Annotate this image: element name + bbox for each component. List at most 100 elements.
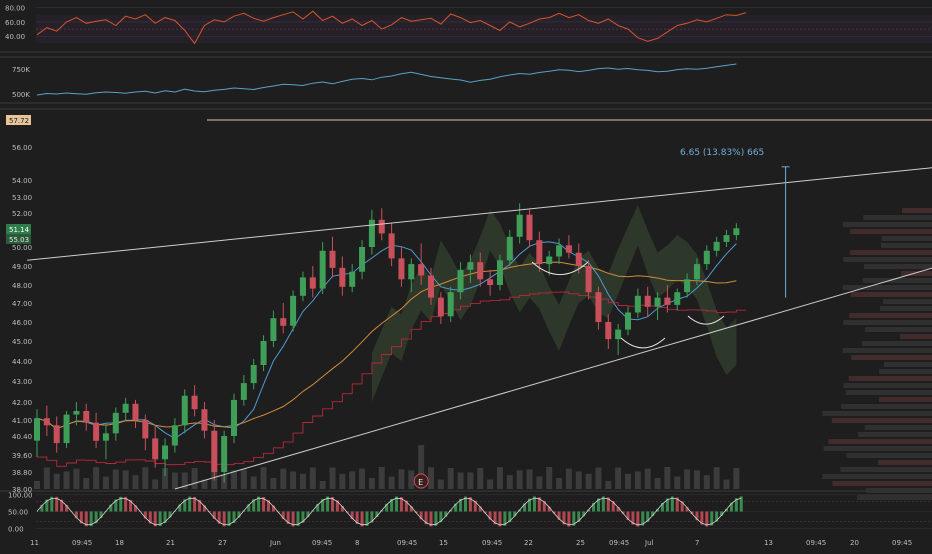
- candle-body: [724, 235, 730, 242]
- volume-bar: [428, 467, 434, 489]
- volume-profile-bar: [822, 411, 932, 416]
- volume-profile-bar: [864, 264, 932, 269]
- x-tick-label: 20: [850, 539, 859, 547]
- volume-profile-bar: [851, 355, 932, 360]
- earnings-marker[interactable]: E: [414, 474, 428, 488]
- candle-body: [261, 341, 267, 365]
- volume-profile-bar: [902, 208, 932, 213]
- volume-bar: [44, 468, 50, 489]
- candle-body: [684, 279, 690, 292]
- candle-body: [44, 418, 50, 425]
- stoch-tick-label: 50.00: [8, 509, 28, 517]
- chart-svg[interactable]: 80.0060.0040.00 750K500K 56.0054.0053.00…: [0, 0, 932, 550]
- volume-bar: [635, 471, 641, 489]
- volume-profile-bar: [884, 362, 932, 367]
- candle-body: [517, 215, 523, 237]
- volume-bar: [93, 467, 99, 489]
- candle-body: [280, 318, 286, 326]
- candle-body: [359, 247, 365, 272]
- candle-body: [123, 404, 129, 413]
- volume-bar: [369, 478, 375, 489]
- volume-profile-bar: [843, 383, 932, 388]
- candle-body: [674, 292, 680, 305]
- volume-bar: [379, 467, 385, 489]
- volume-profile-bar: [879, 397, 932, 402]
- candle-body: [369, 220, 375, 247]
- candle-body: [330, 251, 336, 268]
- candle-body: [586, 266, 592, 292]
- candle-body: [211, 431, 217, 472]
- volume-profile-bar: [901, 271, 932, 276]
- volume-profile-bar: [847, 453, 932, 458]
- candle-body: [595, 292, 601, 322]
- last-price-badge: 51.14: [9, 226, 30, 234]
- volume-bar: [103, 477, 109, 489]
- volume-bar: [231, 470, 237, 489]
- price-tick-label: 45.00: [12, 338, 32, 346]
- price-tick-label: 39.60: [12, 452, 32, 460]
- volume-profile-bar: [843, 285, 932, 290]
- x-tick-label: 27: [218, 539, 227, 547]
- rsi-tick-label: 80.00: [5, 5, 25, 13]
- volume-bar: [241, 469, 247, 489]
- rsi-tick-label: 40.00: [5, 33, 25, 41]
- volume-bar: [310, 468, 316, 489]
- candle-body: [162, 446, 168, 460]
- candle-body: [133, 404, 139, 420]
- volume-profile-bar: [849, 313, 932, 318]
- price-tick-label: 42.00: [12, 399, 32, 407]
- x-tick-label: 21: [166, 539, 175, 547]
- candle-body: [73, 411, 79, 415]
- x-tick-label: 09:45: [72, 539, 92, 547]
- x-tick-label: 13: [764, 539, 773, 547]
- candle-body: [458, 270, 464, 292]
- x-tick-label: 09:45: [312, 539, 332, 547]
- candle-body: [556, 245, 562, 256]
- price-tick-label: 44.00: [12, 358, 32, 366]
- stoch-tick-label: 0.00: [8, 525, 24, 533]
- price-tick-label: 53.00: [12, 194, 32, 202]
- stock-chart[interactable]: 80.0060.0040.00 750K500K 56.0054.0053.00…: [0, 0, 932, 550]
- volume-bar: [172, 473, 178, 489]
- candle-body: [418, 264, 424, 275]
- volume-profile-bar: [849, 376, 932, 381]
- volume-profile-bar: [832, 481, 932, 486]
- volume-bar: [507, 475, 513, 489]
- level-badge: 57.72: [9, 117, 29, 125]
- volume-bar: [566, 469, 572, 489]
- volume-bar: [113, 469, 119, 489]
- volume-bar: [261, 467, 267, 489]
- stoch-tick-label: 100.00: [8, 492, 33, 500]
- volume-profile-bar: [841, 404, 932, 409]
- volume-bar: [54, 474, 60, 489]
- price-tick-label: 56.00: [12, 144, 32, 152]
- volume-profile-bar: [880, 306, 932, 311]
- volume-bar: [576, 471, 582, 489]
- volume-bar: [320, 481, 326, 489]
- volume-profile-bar: [900, 334, 932, 339]
- candle-body: [389, 233, 395, 258]
- candle-body: [152, 438, 158, 459]
- price-tick-label: 38.80: [12, 469, 32, 477]
- price-tick-label: 49.00: [12, 263, 32, 271]
- prev-price-badge: 55.03: [9, 236, 29, 244]
- volume-bar: [123, 470, 129, 489]
- price-tick-label: 46.00: [12, 319, 32, 327]
- volume-bar: [615, 468, 621, 489]
- volume-profile-bar: [850, 229, 932, 234]
- x-tick-label: 18: [115, 539, 124, 547]
- x-tick-label: 7: [695, 539, 699, 547]
- volume-bar: [83, 478, 89, 489]
- candle-body: [398, 258, 404, 279]
- candle-body: [339, 268, 345, 287]
- volume-bar: [487, 479, 493, 489]
- price-tick-label: 43.00: [12, 378, 32, 386]
- candle-body: [467, 262, 473, 270]
- volume-bar: [467, 473, 473, 489]
- x-tick-label: 09:45: [806, 539, 826, 547]
- candle-body: [546, 257, 552, 265]
- candle-body: [536, 240, 542, 264]
- x-tick-label: 09:45: [482, 539, 502, 547]
- volume-profile-bar: [879, 369, 932, 374]
- volume-profile-bar: [878, 460, 932, 465]
